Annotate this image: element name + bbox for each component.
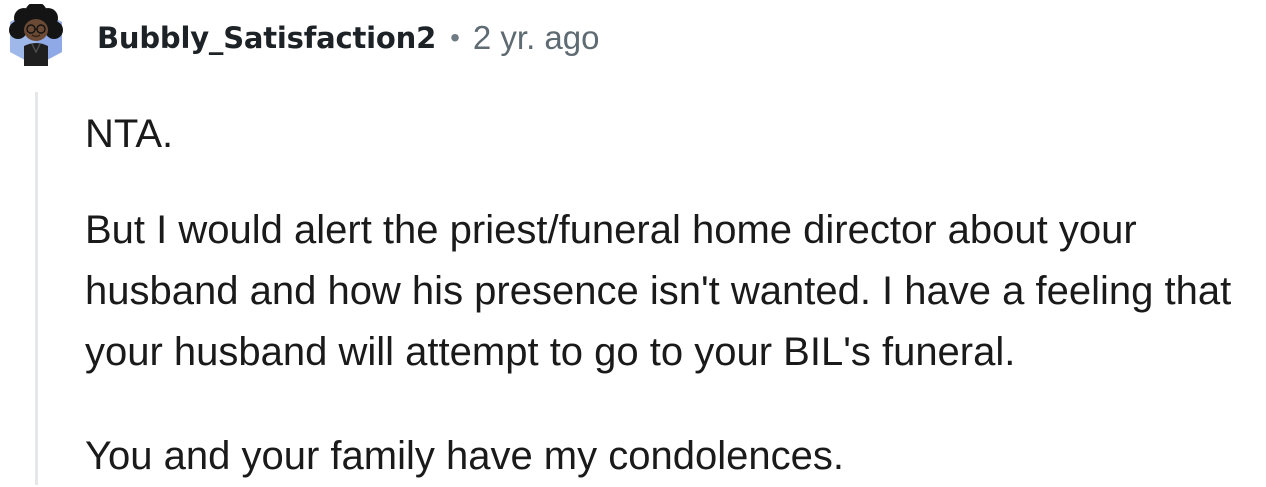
- meta-separator: •: [450, 22, 460, 53]
- user-avatar[interactable]: [6, 4, 66, 70]
- timestamp[interactable]: 2 yr. ago: [473, 19, 600, 57]
- comment-paragraph: You and your family have my condolences.: [85, 434, 844, 478]
- thread-collapse-line[interactable]: [35, 92, 38, 485]
- snoo-avatar-icon: [9, 4, 63, 66]
- comment: Bubbly_Satisfaction2 • 2 yr. ago NTA. Bu…: [0, 0, 1266, 485]
- username-link[interactable]: Bubbly_Satisfaction2: [97, 21, 436, 55]
- comment-paragraph: But I would alert the priest/funeral hom…: [85, 208, 1232, 374]
- comment-meta: Bubbly_Satisfaction2 • 2 yr. ago: [97, 16, 599, 60]
- comment-paragraph: NTA.: [85, 112, 174, 156]
